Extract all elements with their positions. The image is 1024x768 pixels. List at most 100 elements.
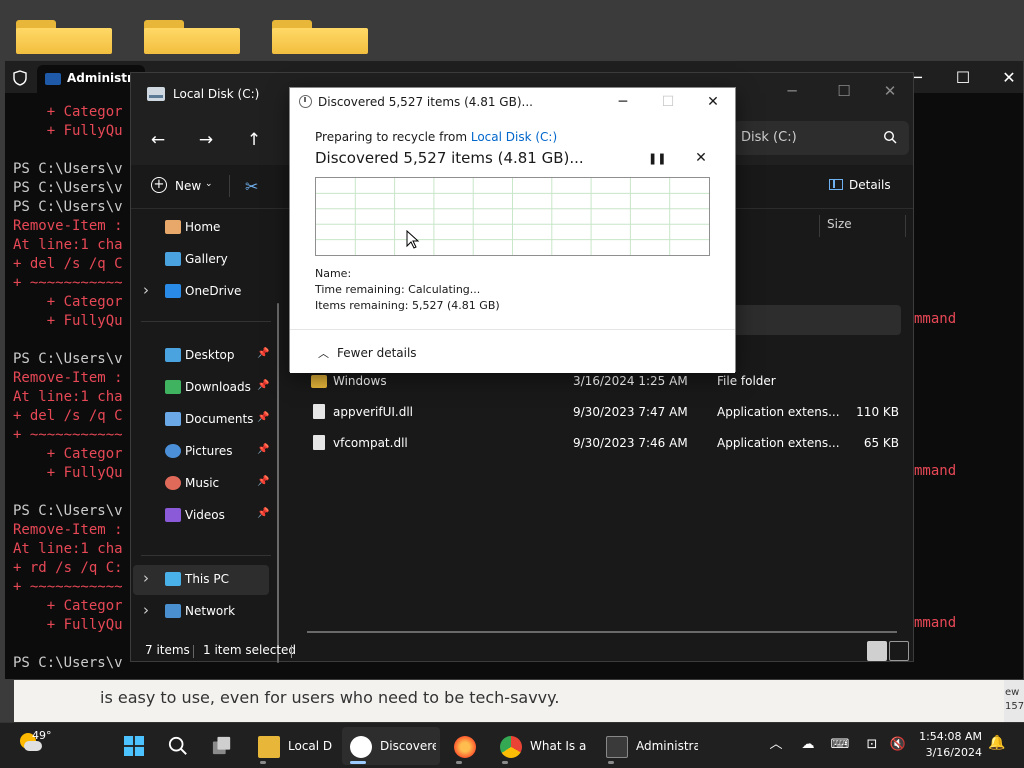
ps-line: Remove-Item : — [13, 218, 123, 234]
taskbar-app-chrome[interactable]: What Is a — [492, 727, 592, 765]
start-button[interactable] — [116, 727, 152, 765]
chevron-right-icon[interactable]: › — [143, 281, 149, 299]
file-row[interactable]: appverifUI.dll 9/30/2023 7:47 AM Applicati… — [305, 398, 901, 428]
pin-icon[interactable]: 📌 — [257, 412, 269, 423]
cut-icon[interactable]: ✂ — [245, 177, 258, 196]
sidebar-item-desktop[interactable]: Desktop 📌 — [133, 341, 269, 371]
maximize-button[interactable]: ☐ — [821, 77, 867, 105]
search-button[interactable] — [160, 727, 196, 765]
desktop-folder-icon[interactable] — [272, 20, 368, 54]
status-divider — [291, 645, 292, 658]
sidebar-item-label: Home — [185, 220, 221, 234]
fewer-details-button[interactable]: ︿ Fewer details — [318, 345, 417, 361]
pin-icon[interactable]: 📌 — [257, 380, 269, 391]
horizontal-scrollbar[interactable] — [307, 631, 897, 633]
maximize-button[interactable]: ☐ — [941, 65, 985, 91]
ps-line: PS C:\Users\v — [13, 199, 123, 215]
sidebar-item-network[interactable]: › Network — [133, 597, 269, 627]
ps-line: At line:1 cha — [13, 389, 123, 405]
pin-icon[interactable]: 📌 — [257, 508, 269, 519]
file-row[interactable]: vfcompat.dll 9/30/2023 7:46 AM Application… — [305, 429, 901, 459]
chevron-right-icon[interactable]: › — [143, 601, 149, 619]
minimize-button[interactable]: ─ — [600, 90, 646, 114]
details-button[interactable]: Details — [829, 178, 891, 192]
items-remaining: Items remaining: 5,527 (4.81 GB) — [315, 299, 500, 312]
close-button[interactable]: ✕ — [867, 77, 913, 105]
sidebar-item-home[interactable]: Home — [133, 213, 269, 243]
column-divider[interactable] — [819, 215, 820, 237]
sidebar-scrollbar[interactable] — [277, 303, 279, 663]
mouse-cursor-icon — [406, 230, 420, 249]
onedrive-offline-icon[interactable]: ☁ — [798, 735, 818, 755]
windows-logo-icon — [124, 736, 144, 756]
ps-line: + Categor — [13, 598, 123, 614]
pin-icon[interactable]: 📌 — [257, 348, 269, 359]
keyboard-icon[interactable]: ⌨ — [830, 735, 850, 755]
firefox-icon — [454, 736, 476, 758]
sidebar-item-videos[interactable]: Videos 📌 — [133, 501, 269, 531]
chevron-down-icon: ⌄ — [205, 179, 213, 189]
sidebar-item-music[interactable]: Music 📌 — [133, 469, 269, 499]
source-link[interactable]: Local Disk (C:) — [471, 130, 557, 144]
cancel-icon[interactable]: ✕ — [693, 150, 709, 166]
time-remaining-label: Time remaining: — [315, 283, 405, 296]
close-button[interactable]: ✕ — [987, 65, 1024, 91]
desktop-folder-icon[interactable] — [144, 20, 240, 54]
system-clock[interactable]: 1:54:08 AM 3/16/2024 — [918, 729, 982, 761]
column-divider[interactable] — [905, 215, 906, 237]
task-view-icon — [212, 736, 231, 755]
maximize-button: ☐ — [661, 94, 675, 110]
item-count: 7 items — [145, 643, 190, 657]
chevron-up-icon[interactable]: ︿ — [766, 735, 786, 755]
clock-date: 3/16/2024 — [925, 746, 982, 759]
forward-arrow-icon[interactable]: → — [191, 125, 221, 155]
ps-line: At line:1 cha — [13, 541, 123, 557]
sidebar-item-onedrive[interactable]: › OneDrive — [133, 277, 269, 307]
sidebar-item-documents[interactable]: Documents 📌 — [133, 405, 269, 435]
dialog-titlebar[interactable]: Discovered 5,527 items (4.81 GB)... ─ ☐ … — [290, 88, 735, 116]
pin-icon[interactable]: 📌 — [257, 444, 269, 455]
navigation-pane[interactable]: Home Gallery › OneDrive Desktop 📌 Downloads 📌 Do… — [131, 209, 281, 641]
chevron-right-icon[interactable]: › — [143, 569, 149, 587]
status-divider — [193, 645, 194, 658]
notification-bell-icon[interactable]: 🔔 — [988, 735, 1006, 755]
pin-icon[interactable]: 📌 — [257, 476, 269, 487]
sidebar-item-gallery[interactable]: Gallery — [133, 245, 269, 275]
file-name: Windows — [333, 374, 387, 388]
taskbar-app-file-explorer[interactable]: Local Di — [250, 727, 336, 765]
weather-widget[interactable]: 49° — [18, 729, 54, 763]
ps-line: PS C:\Users\v — [13, 503, 123, 519]
sidebar-item-label: OneDrive — [185, 284, 242, 298]
up-arrow-icon[interactable]: ↑ — [239, 125, 269, 155]
recycle-progress-dialog[interactable]: Discovered 5,527 items (4.81 GB)... ─ ☐ … — [289, 87, 736, 373]
minimize-button[interactable]: ─ — [769, 77, 815, 105]
sidebar-item-downloads[interactable]: Downloads 📌 — [133, 373, 269, 403]
search-icon[interactable] — [883, 130, 897, 144]
sidebar-item-pictures[interactable]: Pictures 📌 — [133, 437, 269, 467]
sidebar-item-this-pc[interactable]: › This PC — [133, 565, 269, 595]
volume-muted-icon[interactable]: 🔇 — [888, 735, 908, 755]
powershell-tab[interactable]: Administra — [37, 65, 145, 93]
file-name: appverifUI.dll — [333, 405, 413, 419]
pause-icon[interactable]: ❚❚ — [648, 152, 666, 166]
taskbar-app-terminal[interactable]: Administra — [598, 727, 702, 765]
taskbar-app-clock[interactable]: Discovere — [342, 727, 440, 765]
powershell-output[interactable]: + Categor + FullyQu PS C:\Users\v PS C:\Us… — [13, 103, 123, 673]
file-type: File folder — [717, 374, 776, 388]
close-button[interactable]: ✕ — [690, 90, 736, 114]
this-pc-icon — [165, 572, 181, 586]
address-search-box[interactable]: Disk (C:) — [733, 121, 909, 155]
back-arrow-icon[interactable]: ← — [143, 125, 173, 155]
task-view-button[interactable] — [204, 727, 240, 765]
downloads-icon — [165, 380, 181, 394]
network-status-icon[interactable]: ⊡ — [862, 735, 882, 755]
details-view-button[interactable] — [867, 641, 887, 661]
taskbar-app-firefox[interactable] — [446, 727, 486, 765]
column-header-size[interactable]: Size — [827, 217, 852, 231]
desktop-folder-icon[interactable] — [16, 20, 112, 54]
tiles-view-button[interactable] — [889, 641, 909, 661]
running-indicator — [260, 761, 266, 764]
sidebar-item-label: Downloads — [185, 380, 251, 394]
ps-line: PS C:\Users\v — [13, 655, 123, 671]
ps-line: + del /s /q C — [13, 408, 123, 424]
